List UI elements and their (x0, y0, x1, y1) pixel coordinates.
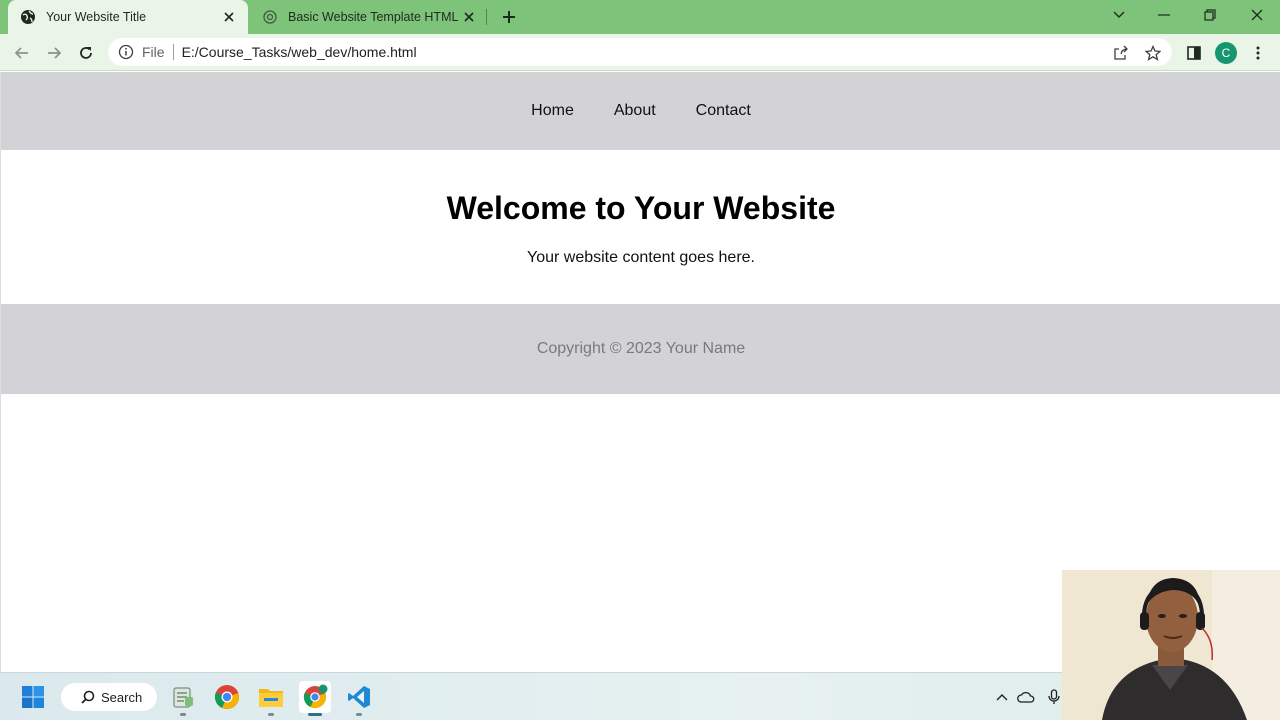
active-indicator (308, 713, 322, 716)
chrome-profile-icon (303, 684, 328, 708)
search-icon (81, 690, 95, 704)
start-button[interactable] (17, 681, 49, 713)
menu-button[interactable] (1245, 40, 1271, 66)
restore-button[interactable] (1187, 0, 1233, 30)
close-tab-icon[interactable] (460, 8, 478, 26)
presenter-image (1062, 570, 1280, 720)
taskbar-notepad[interactable] (167, 681, 199, 716)
microphone-icon (1048, 689, 1060, 704)
windows-start-icon (22, 686, 44, 708)
share-icon[interactable] (1112, 44, 1130, 62)
minimize-icon (1158, 14, 1170, 16)
nav-link-about[interactable]: About (614, 102, 656, 120)
tab-search-button[interactable] (1096, 0, 1142, 30)
arrow-right-icon (48, 47, 62, 59)
chevron-down-icon (1113, 11, 1125, 18)
vscode-icon (348, 686, 370, 708)
notepad-icon (173, 687, 193, 708)
onedrive-icon (1017, 691, 1035, 703)
profile-avatar[interactable]: C (1215, 42, 1237, 64)
site-nav: Home About Contact (531, 102, 751, 120)
chrome-icon (214, 685, 239, 709)
more-vertical-icon (1256, 46, 1260, 60)
taskbar-file-explorer[interactable] (255, 681, 287, 716)
chatgpt-icon (263, 10, 277, 24)
show-hidden-icons-button[interactable] (992, 687, 1012, 707)
close-icon (1251, 9, 1263, 21)
tab-title: Your Website Title (46, 10, 147, 24)
tab-title: Basic Website Template HTML (288, 10, 459, 24)
site-header: Home About Contact (1, 72, 1280, 150)
search-label: Search (101, 689, 143, 705)
bookmark-star-icon[interactable] (1144, 44, 1162, 62)
folder-icon (259, 689, 283, 707)
minimize-button[interactable] (1141, 0, 1187, 30)
tab-your-website-title[interactable]: Your Website Title (8, 0, 248, 34)
plus-icon (503, 11, 515, 23)
back-button[interactable] (9, 40, 35, 66)
browser-toolbar: File E:/Course_Tasks/web_dev/home.html C (0, 34, 1280, 71)
nav-link-contact[interactable]: Contact (696, 102, 751, 120)
running-indicator (268, 713, 274, 716)
taskbar-vscode[interactable] (343, 681, 375, 716)
close-tab-icon[interactable] (220, 8, 238, 26)
address-bar[interactable]: File E:/Course_Tasks/web_dev/home.html (108, 38, 1172, 66)
taskbar-chrome[interactable] (211, 681, 243, 713)
forward-button[interactable] (41, 40, 67, 66)
reload-icon (80, 47, 92, 59)
microphone-button[interactable] (1044, 687, 1064, 707)
restore-icon (1204, 9, 1216, 21)
close-window-button[interactable] (1234, 0, 1280, 30)
tab-basic-website-template[interactable]: Basic Website Template HTML (252, 0, 488, 34)
globe-icon (21, 10, 35, 24)
page-heading: Welcome to Your Website (446, 190, 836, 226)
nav-link-home[interactable]: Home (531, 102, 574, 120)
tab-separator (486, 9, 487, 25)
copyright-text: Copyright © 2023 Your Name (536, 340, 746, 357)
info-icon[interactable] (118, 44, 134, 60)
running-indicator (356, 713, 362, 716)
arrow-left-icon (14, 47, 28, 59)
side-panel-icon (1187, 46, 1201, 60)
site-main: Welcome to Your Website Your website con… (1, 150, 1280, 304)
reload-button[interactable] (73, 40, 99, 66)
url-text[interactable]: E:/Course_Tasks/web_dev/home.html (182, 44, 1172, 60)
chevron-up-icon (996, 694, 1008, 701)
running-indicator (180, 713, 186, 716)
taskbar-chrome-profile[interactable] (299, 681, 331, 716)
page-content-text: Your website content goes here. (526, 249, 755, 266)
address-divider (172, 44, 174, 60)
new-tab-button[interactable] (498, 7, 520, 27)
taskbar-search[interactable]: Search (61, 683, 157, 711)
browser-tab-strip: Your Website Title Basic Website Templat… (0, 0, 1280, 34)
site-footer: Copyright © 2023 Your Name (1, 304, 1280, 394)
url-scheme-label: File (142, 44, 165, 60)
onedrive-button[interactable] (1016, 687, 1036, 707)
webcam-overlay (1062, 570, 1280, 720)
side-panel-button[interactable] (1181, 40, 1207, 66)
